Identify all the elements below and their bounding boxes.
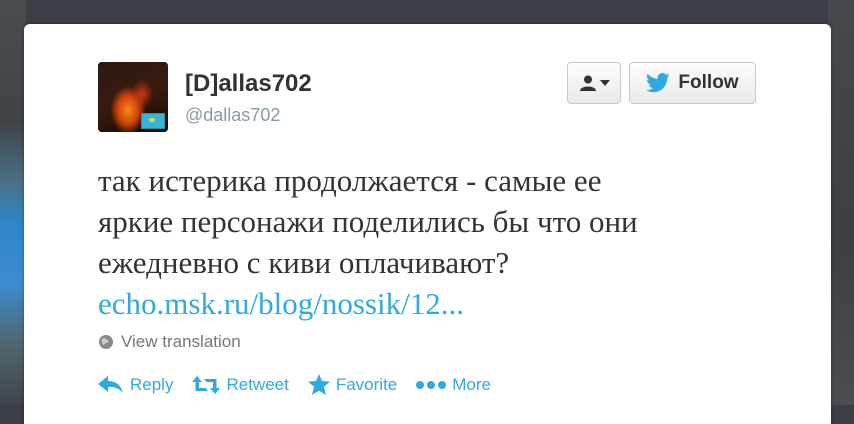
- reply-button[interactable]: Reply: [98, 375, 173, 395]
- tweet-text-line: яркие персонажи поделились бы что они: [98, 204, 638, 239]
- view-translation-label: View translation: [121, 332, 241, 351]
- reply-label: Reply: [130, 374, 174, 394]
- favorite-button[interactable]: Favorite: [307, 374, 398, 395]
- tweet-text-line: ежедневно с киви оплачивают?: [98, 245, 510, 280]
- retweet-icon: [192, 375, 221, 394]
- tweet-link[interactable]: echo.msk.ru/blog/nossik/12...: [98, 283, 464, 324]
- star-icon: [307, 374, 330, 395]
- retweet-button[interactable]: Retweet: [192, 374, 289, 395]
- username[interactable]: @dallas702: [185, 105, 280, 126]
- user-icon: [579, 75, 596, 91]
- view-translation-link[interactable]: View translation: [98, 332, 241, 352]
- flag-icon: [141, 113, 165, 129]
- more-button[interactable]: More: [416, 375, 491, 395]
- favorite-label: Favorite: [335, 374, 398, 394]
- tweet-actions: Reply Retweet Favorite More: [98, 374, 510, 395]
- twitter-bird-icon: [646, 73, 671, 93]
- globe-icon: [99, 335, 113, 349]
- background-left: [0, 0, 26, 405]
- more-dots-icon: [416, 380, 447, 389]
- background-right: [828, 0, 854, 405]
- chevron-down-icon: [599, 80, 610, 86]
- tweet-text: так истерика продолжается - самые ее ярк…: [98, 160, 798, 283]
- reply-icon: [98, 375, 123, 393]
- tweet-text-line: так истерика продолжается - самые ее: [98, 163, 602, 198]
- more-label: More: [452, 374, 491, 394]
- user-actions-button[interactable]: [567, 62, 621, 104]
- follow-button[interactable]: Follow: [629, 62, 756, 104]
- follow-label: Follow: [678, 72, 739, 93]
- tweet-card: [D]allas702 @dallas702 Follow так истери…: [24, 24, 831, 424]
- retweet-label: Retweet: [226, 374, 289, 394]
- avatar[interactable]: [98, 62, 168, 132]
- display-name[interactable]: [D]allas702: [185, 70, 312, 98]
